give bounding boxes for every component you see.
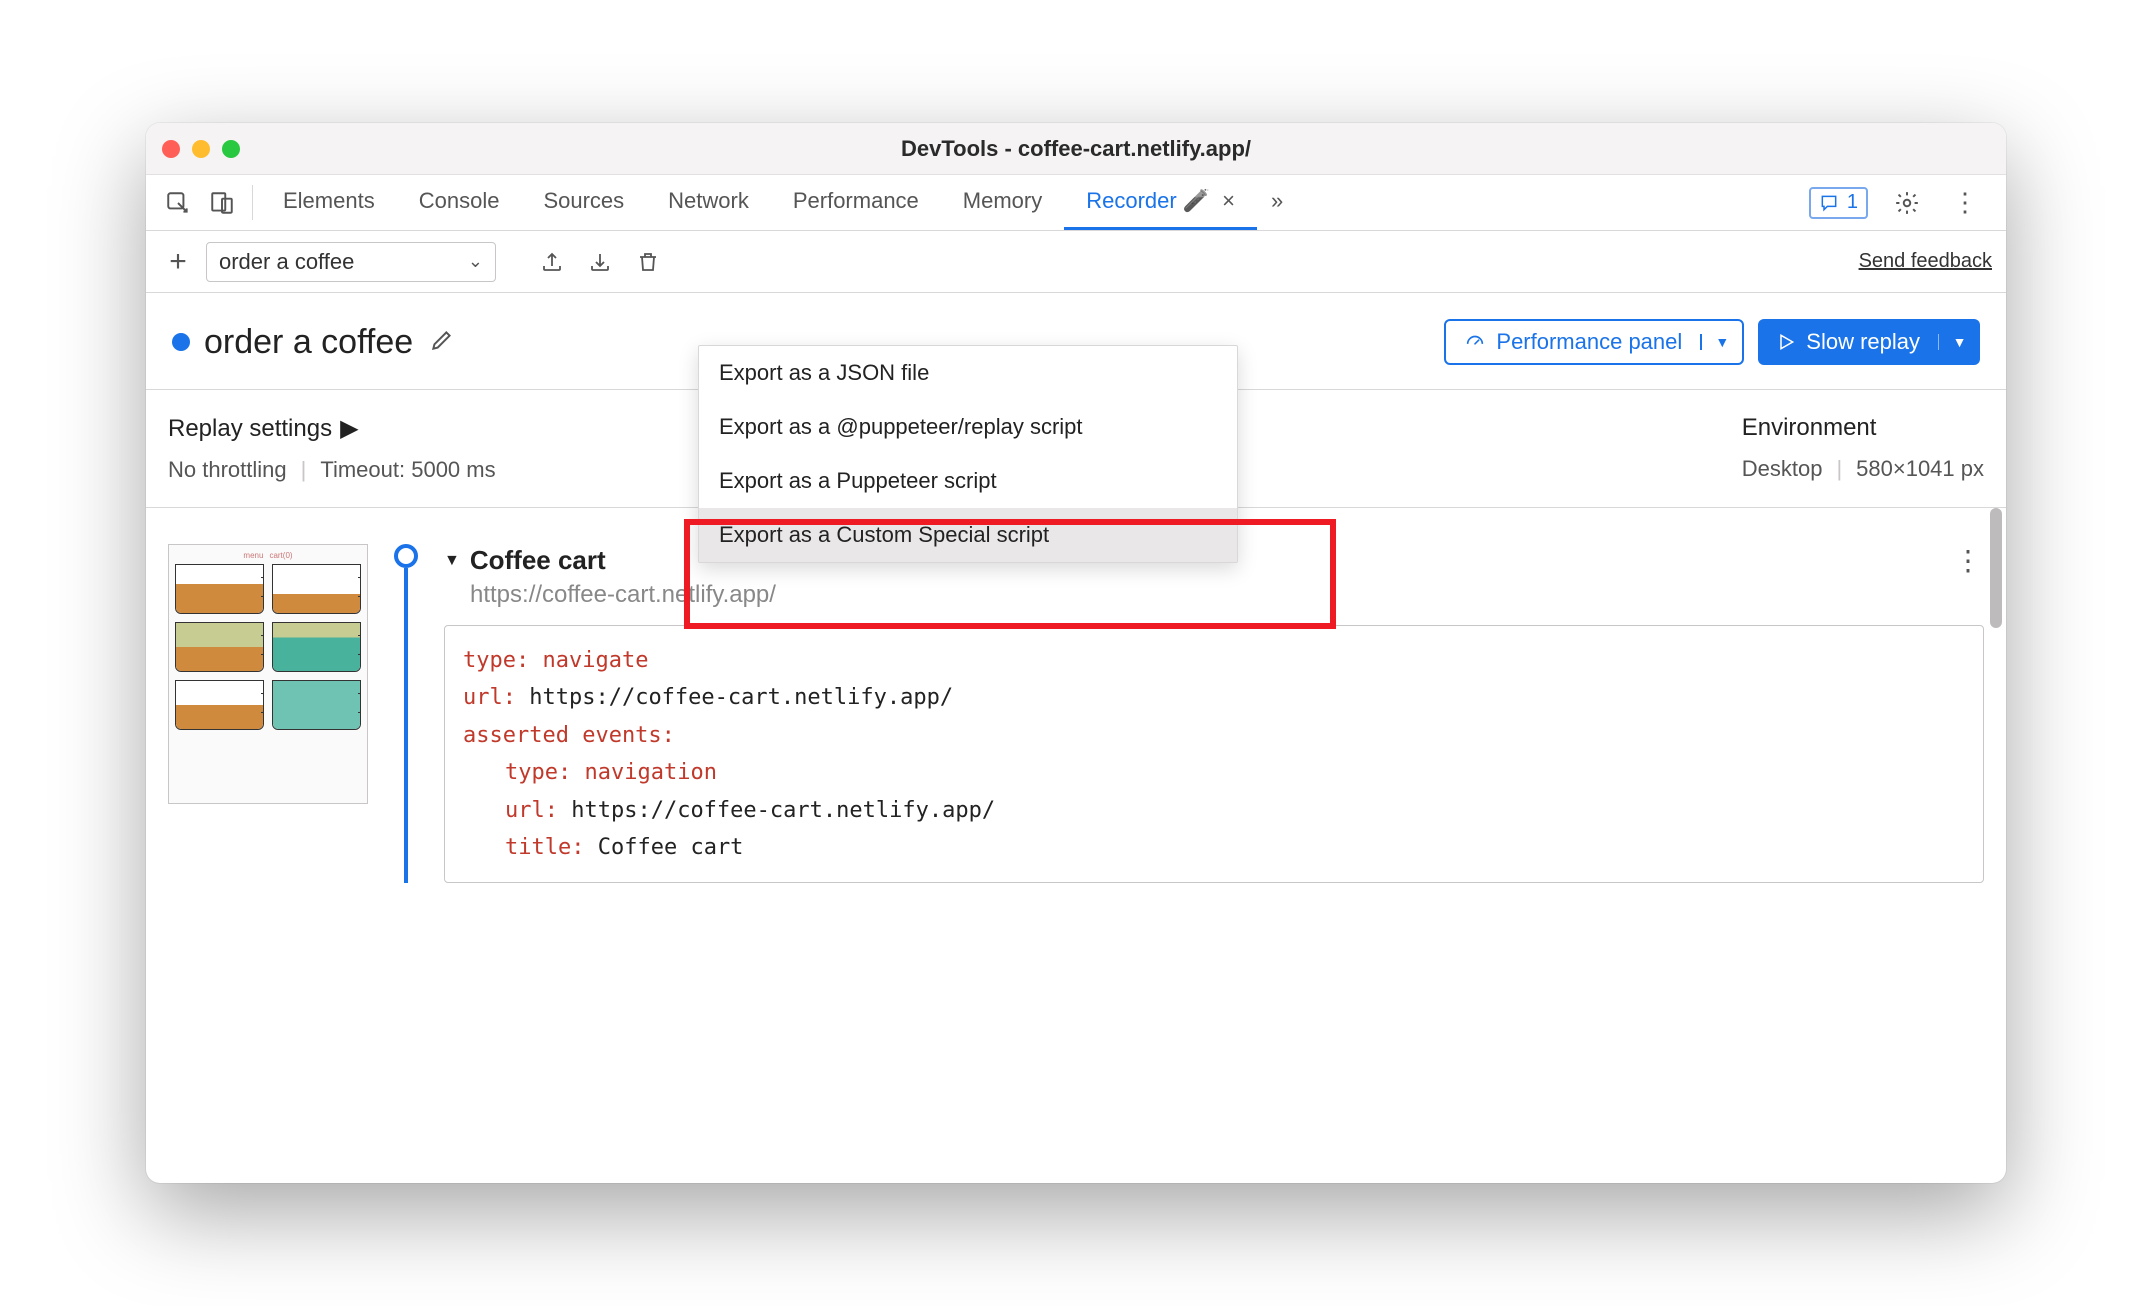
env-device: Desktop [1742,456,1823,482]
titlebar: DevTools - coffee-cart.netlify.app/ [146,123,2006,175]
kebab-icon[interactable]: ⋮ [1946,184,1984,222]
window-title: DevTools - coffee-cart.netlify.app/ [146,136,2006,162]
performance-panel-button[interactable]: Performance panel ▼ [1444,319,1744,365]
divider: | [1836,456,1842,482]
tab-performance[interactable]: Performance [771,175,941,230]
flask-icon: 🧪 [1183,188,1210,214]
export-json[interactable]: Export as a JSON file [699,346,1237,400]
steps-panel: menucart(0) ▼ Coffee cart ⋮ [146,508,2006,1183]
replay-button-label: Slow replay [1806,329,1920,355]
divider [252,185,253,220]
recording-select[interactable]: order a coffee ⌄ [206,242,496,282]
issues-count: 1 [1847,191,1858,214]
import-icon[interactable] [581,243,619,281]
export-menu: Export as a JSON file Export as a @puppe… [698,345,1238,563]
tab-console[interactable]: Console [397,175,522,230]
recording-status-dot [172,333,190,351]
export-icon[interactable] [533,243,571,281]
panel-tabs: Elements Console Sources Network Perform… [146,175,2006,231]
step-thumbnail: menucart(0) [168,544,368,804]
perf-button-label: Performance panel [1496,329,1682,355]
minimize-window[interactable] [192,140,210,158]
device-toggle-icon[interactable] [200,175,244,230]
delete-icon[interactable] [629,243,667,281]
environment-label: Environment [1742,414,1984,442]
perf-button-dropdown[interactable]: ▼ [1700,334,1742,350]
send-feedback-link[interactable]: Send feedback [1859,250,1992,273]
timeline [394,544,418,883]
issues-chip[interactable]: 1 [1809,187,1868,219]
tab-label: Recorder [1086,188,1176,214]
disclosure-triangle-icon[interactable]: ▼ [444,552,460,570]
edit-title-icon[interactable] [429,327,455,358]
chevron-down-icon: ⌄ [468,251,483,272]
replay-button-dropdown[interactable]: ▼ [1938,334,1980,350]
slow-replay-button[interactable]: Slow replay ▼ [1758,319,1980,365]
export-custom-special[interactable]: Export as a Custom Special script [699,508,1237,562]
timeline-line [404,568,408,883]
chevron-down-icon: ▼ [1953,334,1967,350]
step-name: Coffee cart [470,545,606,576]
tab-elements[interactable]: Elements [261,175,397,230]
export-puppeteer-replay[interactable]: Export as a @puppeteer/replay script [699,400,1237,454]
step-more-icon[interactable]: ⋮ [1954,544,1984,577]
replay-settings-toggle[interactable]: Replay settings ▶ [168,414,496,443]
settings-icon[interactable] [1888,184,1926,222]
step-code[interactable]: type: navigate url: https://coffee-cart.… [444,625,1984,883]
chevron-down-icon: ▼ [1715,334,1729,350]
throttling-value: No throttling [168,457,287,483]
timeout-value: Timeout: 5000 ms [320,457,495,483]
export-puppeteer[interactable]: Export as a Puppeteer script [699,454,1237,508]
divider: | [301,457,307,483]
close-window[interactable] [162,140,180,158]
env-viewport: 580×1041 px [1856,456,1984,482]
new-recording-icon[interactable]: + [160,245,196,279]
devtools-window: DevTools - coffee-cart.netlify.app/ Elem… [146,123,2006,1183]
tab-sources[interactable]: Sources [521,175,646,230]
maximize-window[interactable] [222,140,240,158]
recording-title: order a coffee [204,323,413,362]
tab-recorder[interactable]: Recorder 🧪 × [1064,175,1257,230]
inspect-icon[interactable] [156,175,200,230]
tab-network[interactable]: Network [646,175,771,230]
timeline-node [394,544,418,568]
step-url: https://coffee-cart.netlify.app/ [470,581,1984,609]
window-controls [162,140,240,158]
scrollbar[interactable] [1990,508,2002,628]
close-tab-icon[interactable]: × [1222,188,1235,214]
recorder-toolbar: + order a coffee ⌄ Send feedback [146,231,2006,293]
chevron-right-icon: ▶ [340,414,358,443]
tab-memory[interactable]: Memory [941,175,1064,230]
recording-select-value: order a coffee [219,249,354,275]
tabs-overflow[interactable]: » [1257,175,1297,230]
